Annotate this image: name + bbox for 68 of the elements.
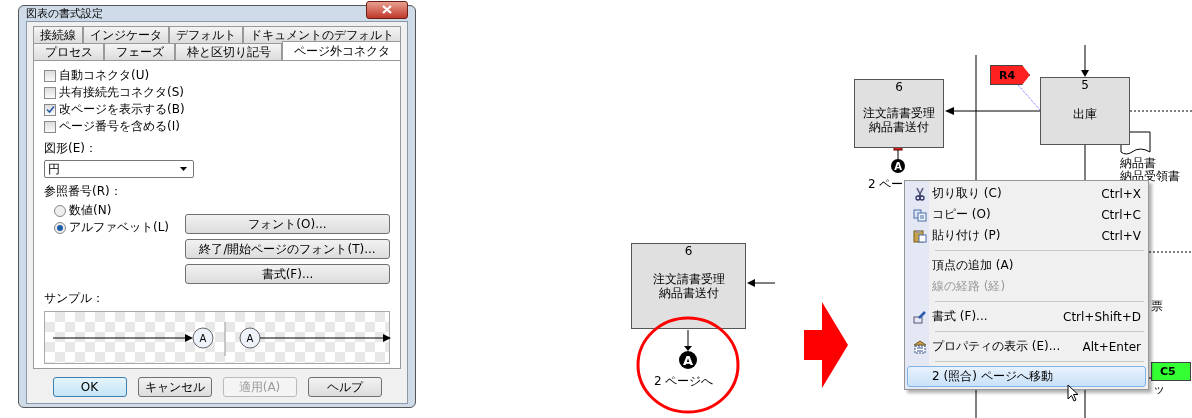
dotted-leader-line: [1017, 84, 1041, 111]
tab[interactable]: インジケータ: [83, 26, 169, 43]
shape-dropdown[interactable]: 円: [44, 160, 194, 178]
option-button[interactable]: 終了/開始ページのフォント(T)...: [185, 239, 390, 259]
radio-button[interactable]: [54, 204, 66, 217]
connector-circle: A: [679, 351, 697, 369]
connector-circle: A: [239, 327, 261, 349]
checkbox[interactable]: [44, 86, 56, 99]
process-label: 出庫: [1073, 107, 1097, 121]
radio-label: 数値(N): [69, 202, 112, 219]
dialog-button[interactable]: キャンセル: [137, 377, 212, 397]
menu-item[interactable]: 書式 (F)... Ctrl+Shift+D: [907, 306, 1146, 327]
checkbox-label: ページ番号を含める(I): [59, 118, 180, 135]
arrow-line: [1081, 44, 1089, 77]
radio-label: アルファベット(L): [69, 219, 170, 236]
menu-item[interactable]: プロパティの表示 (E)... Alt+Enter: [907, 336, 1146, 357]
window-title: 図表の書式設定: [26, 6, 103, 21]
checkbox[interactable]: [44, 69, 56, 82]
connector-label: 2 ペー: [868, 178, 904, 191]
option-button[interactable]: フォント(O)...: [185, 214, 390, 234]
checkbox[interactable]: [44, 103, 56, 116]
option-button[interactable]: 書式(F)...: [185, 264, 390, 284]
tab[interactable]: フェーズ: [104, 43, 175, 60]
menu-item[interactable]: 2 (照合) ページへ移動: [907, 366, 1146, 387]
close-icon: [382, 5, 392, 14]
menu-item[interactable]: 貼り付け (P) Ctrl+V: [907, 225, 1146, 246]
arrow-line: [747, 279, 776, 287]
document-label: 納品書: [1120, 157, 1156, 170]
checkbox[interactable]: [44, 120, 56, 133]
tab[interactable]: デフォルト: [169, 26, 243, 43]
tab[interactable]: 枠と区切り記号: [175, 43, 282, 60]
dialog-button[interactable]: ヘルプ: [307, 377, 382, 397]
checkbox-label: 共有接続先コネクタ(S): [59, 84, 184, 101]
process-number: 6: [895, 80, 903, 94]
sample-label: サンプル：: [44, 290, 105, 307]
brush-icon: [913, 309, 927, 324]
checkbox-label: 改ページを表示する(B): [59, 101, 185, 118]
connector-label: 2 ページへ: [654, 375, 714, 388]
connector-circle: A: [192, 327, 214, 349]
caret-icon: [180, 167, 187, 171]
mouse-cursor-icon: [1067, 384, 1079, 402]
callout-tag: C5: [1151, 362, 1191, 381]
tab[interactable]: プロセス: [33, 43, 104, 60]
callout-tag: R4: [990, 65, 1030, 85]
scissors-icon: [913, 186, 927, 201]
copy-icon: [913, 207, 927, 222]
diagram-text: 票: [1151, 300, 1163, 313]
menu-item[interactable]: コピー (O) Ctrl+C: [907, 204, 1146, 225]
connector-circle: A: [891, 159, 905, 173]
checkbox-label: 自動コネクタ(U): [59, 67, 150, 84]
tab[interactable]: 接続線: [33, 26, 83, 43]
menu-item[interactable]: 頂点の追加 (A): [907, 255, 1146, 276]
shape-label: 図形(E)：: [44, 140, 98, 157]
process-number: 5: [1081, 78, 1089, 92]
process-label: 注文請書受理 納品書送付: [652, 272, 725, 300]
tab[interactable]: ページ外コネクタ: [282, 41, 401, 60]
properties-icon: [913, 339, 927, 354]
menu-item[interactable]: 切り取り (C) Ctrl+X: [907, 183, 1146, 204]
connector-line: [684, 329, 692, 351]
diagram-text: ッ: [1153, 383, 1165, 396]
reference-label: 参照番号(R)：: [44, 183, 123, 200]
tab[interactable]: ドキュメントのデフォルト: [243, 26, 401, 43]
dialog-button[interactable]: OK: [52, 377, 127, 397]
process-number: 6: [684, 244, 693, 258]
close-button[interactable]: [366, 0, 408, 19]
process-label: 注文請書受理 納品書送付: [863, 106, 935, 134]
paste-icon: [913, 228, 927, 243]
radio-button[interactable]: [54, 221, 66, 234]
